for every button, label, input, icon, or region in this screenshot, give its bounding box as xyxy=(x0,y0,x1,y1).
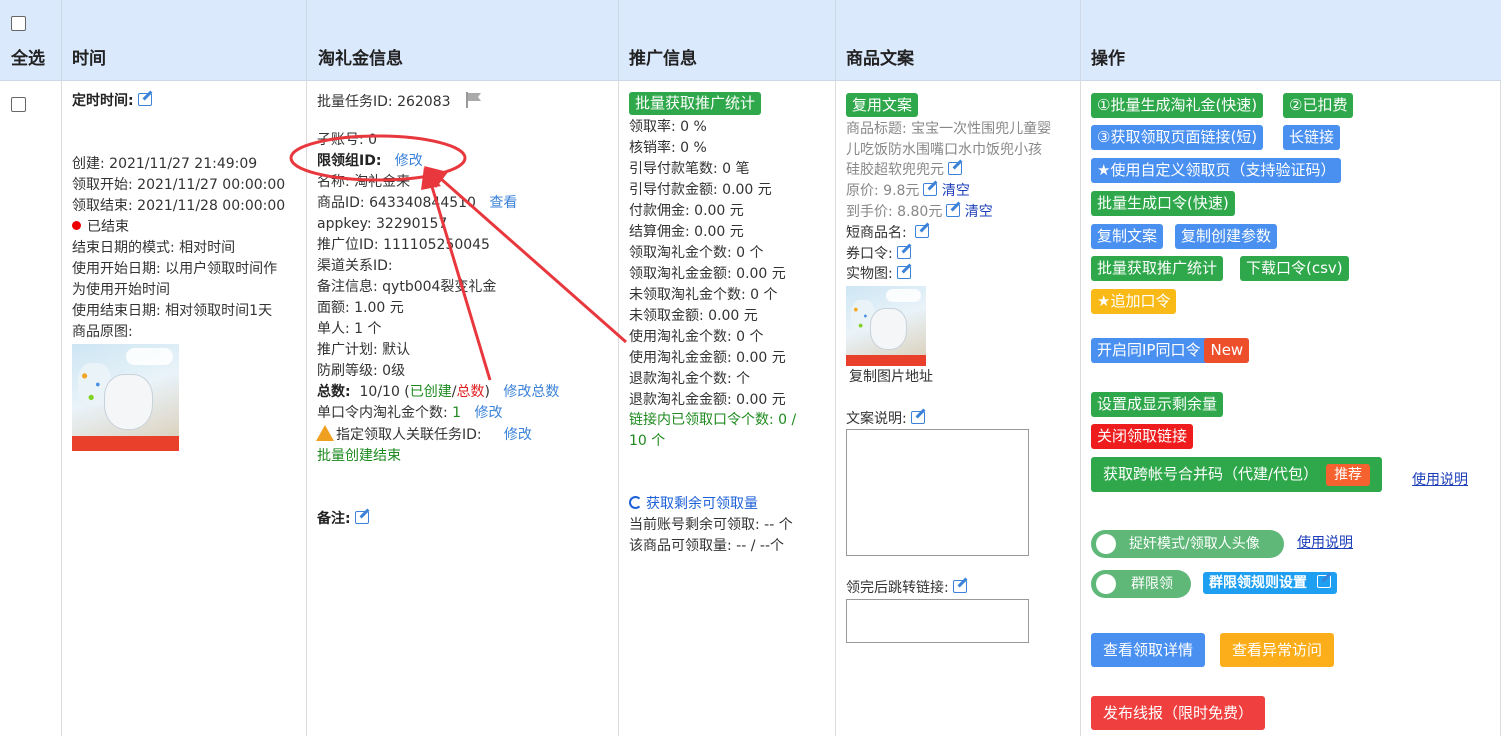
annotation-overlay xyxy=(289,134,627,381)
annotation-arrow-1 xyxy=(428,179,492,381)
annotation-arrow-2 xyxy=(439,176,627,344)
